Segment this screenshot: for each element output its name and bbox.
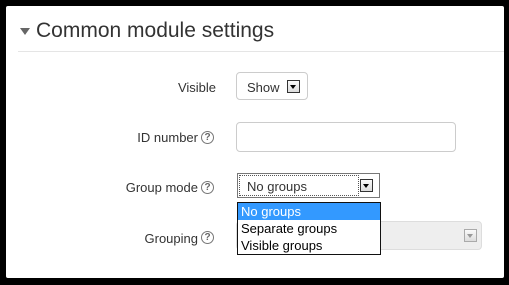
id-number-help-icon[interactable]: ? bbox=[201, 131, 214, 144]
group-mode-help-icon[interactable]: ? bbox=[201, 181, 214, 194]
grouping-label: Grouping bbox=[144, 231, 198, 246]
visible-label: Visible bbox=[177, 80, 216, 95]
dropdown-option-separate-groups[interactable]: Separate groups bbox=[238, 220, 380, 237]
collapse-caret-icon[interactable] bbox=[20, 28, 30, 35]
visible-select[interactable]: Show bbox=[236, 72, 308, 100]
section-title[interactable]: Common module settings bbox=[36, 19, 274, 43]
grouping-dropdown-arrow-icon[interactable] bbox=[464, 229, 477, 242]
dropdown-option-no-groups[interactable]: No groups bbox=[238, 203, 380, 220]
section-header[interactable]: Common module settings bbox=[6, 6, 504, 52]
group-mode-dropdown-list: No groups Separate groups Visible groups bbox=[237, 202, 381, 255]
visible-select-value: Show bbox=[247, 80, 280, 95]
dropdown-option-visible-groups[interactable]: Visible groups bbox=[238, 237, 380, 254]
visible-dropdown-arrow-icon[interactable] bbox=[287, 80, 300, 93]
settings-panel: Common module settings Visible Show ID n… bbox=[6, 6, 504, 278]
group-mode-label: Group mode bbox=[125, 180, 198, 195]
group-mode-select[interactable]: No groups bbox=[237, 173, 380, 198]
id-number-label: ID number bbox=[137, 130, 198, 145]
group-mode-select-value: No groups bbox=[247, 179, 307, 194]
grouping-help-icon[interactable]: ? bbox=[201, 231, 214, 244]
id-number-input[interactable] bbox=[236, 122, 456, 152]
group-mode-dropdown-arrow-icon[interactable] bbox=[360, 179, 373, 192]
section-divider bbox=[18, 51, 504, 52]
